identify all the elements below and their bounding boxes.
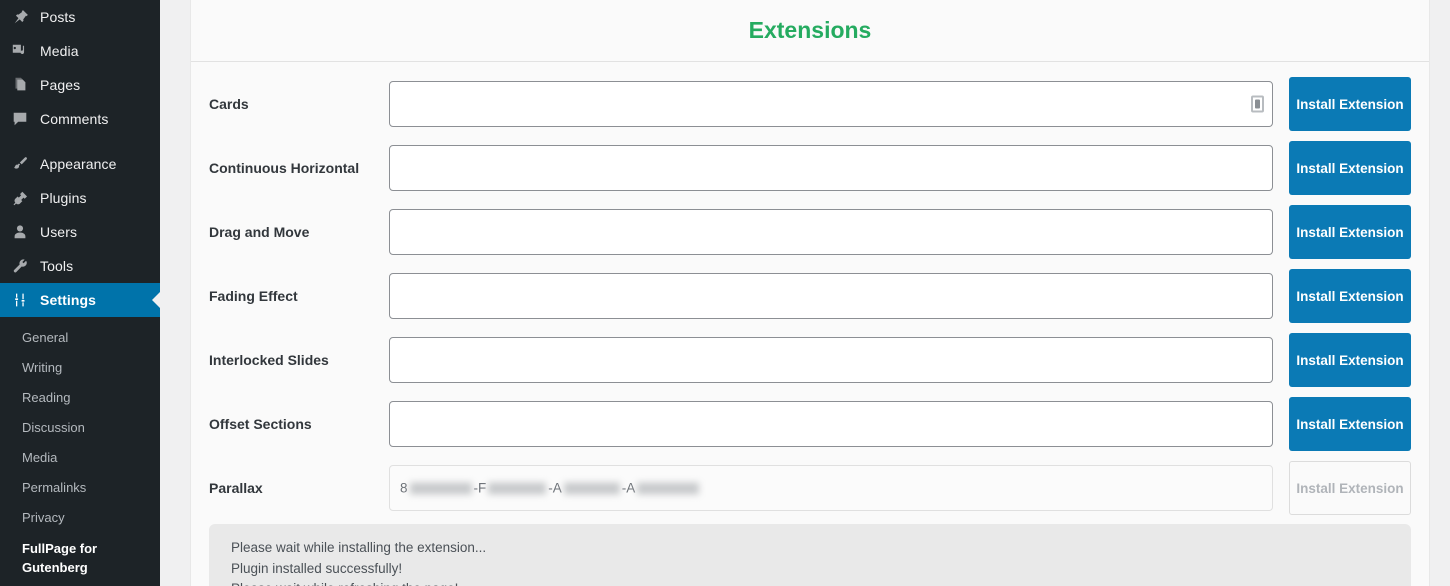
extension-row: Interlocked Slides Install Extension [191,328,1429,392]
submenu-item-discussion[interactable]: Discussion [0,413,160,443]
settings-submenu: General Writing Reading Discussion Media Perm… [0,317,160,586]
sidebar-item-comments[interactable]: Comments [0,102,160,136]
page-title: Extensions [748,17,872,43]
panel-header: Extensions [191,0,1429,62]
sidebar-item-label: Tools [40,258,74,274]
submenu-item-permalinks[interactable]: Permalinks [0,473,160,503]
extensions-list: Cards Install Extension Continuous Horizon… [191,62,1429,520]
status-line: Please wait while installing the extensi… [231,540,487,555]
comments-icon [10,109,30,129]
sidebar-item-media[interactable]: Media [0,34,160,68]
license-field-wrapper [389,401,1273,447]
submenu-item-writing[interactable]: Writing [0,353,160,383]
submenu-item-fullpage-for-gutenberg[interactable]: FullPage for Gutenberg [0,533,160,583]
extension-row-parallax: Parallax 8 -F -A -A Install Extension [191,456,1429,520]
sidebar-item-plugins[interactable]: Plugins [0,181,160,215]
install-extension-button[interactable]: Install Extension [1289,397,1411,451]
user-icon [10,222,30,242]
plug-icon [10,188,30,208]
license-field-wrapper [389,81,1273,127]
extension-row: Drag and Move Install Extension [191,200,1429,264]
license-field-wrapper [389,145,1273,191]
extension-label: Cards [209,96,249,112]
wrench-icon [10,256,30,276]
extension-row: Fading Effect Install Extension [191,264,1429,328]
paintbrush-icon [10,154,30,174]
status-line: Plugin installed successfully! [231,560,403,576]
extension-label: Fading Effect [209,288,298,304]
sidebar-item-label: Users [40,224,78,240]
license-key-input[interactable] [389,81,1273,127]
sidebar-item-tools[interactable]: Tools [0,249,160,283]
install-extension-button[interactable]: Install Extension [1289,205,1411,259]
license-key-input-parallax[interactable] [389,465,1273,511]
active-arrow-indicator [152,292,160,308]
extension-row: Cards Install Extension [191,72,1429,136]
extension-row: Offset Sections Install Extension [191,392,1429,456]
license-key-input[interactable] [389,209,1273,255]
license-key-input[interactable] [389,401,1273,447]
submenu-item-media[interactable]: Media [0,443,160,473]
license-key-input[interactable] [389,145,1273,191]
license-field-wrapper [389,209,1273,255]
sidebar-item-settings[interactable]: Settings [0,283,160,317]
sidebar-item-label: Comments [40,111,109,127]
install-extension-button-parallax: Install Extension [1289,461,1411,515]
sidebar-item-label: Plugins [40,190,87,206]
sidebar-item-appearance[interactable]: Appearance [0,147,160,181]
install-extension-button[interactable]: Install Extension [1289,269,1411,323]
sidebar-item-label: Appearance [40,156,117,172]
install-extension-button[interactable]: Install Extension [1289,77,1411,131]
status-message-box: Please wait while installing the extensi… [209,524,1411,586]
license-key-input[interactable] [389,337,1273,383]
sidebar-item-posts[interactable]: Posts [0,0,160,34]
extension-label: Offset Sections [209,416,312,432]
sidebar-item-pages[interactable]: Pages [0,68,160,102]
sidebar-item-label: Pages [40,77,81,93]
extension-label: Interlocked Slides [209,352,329,368]
sidebar-item-label: Posts [40,9,76,25]
sidebar-item-label: Media [40,43,79,59]
license-field-wrapper [389,273,1273,319]
install-extension-button[interactable]: Install Extension [1289,141,1411,195]
sidebar-item-label: Settings [40,292,97,308]
license-key-input[interactable] [389,273,1273,319]
pages-icon [10,75,30,95]
sliders-icon [10,290,30,310]
submenu-item-reading[interactable]: Reading [0,383,160,413]
submenu-item-privacy[interactable]: Privacy [0,503,160,533]
license-field-wrapper [389,337,1273,383]
autofill-icon[interactable] [1251,95,1264,113]
sidebar-separator [0,136,160,147]
admin-sidebar: Posts Media Pages Comments Appearance Plugins… [0,0,160,586]
status-line: Please wait while refreshing the page! [231,579,1411,586]
license-field-wrapper: 8 -F -A -A [389,465,1273,511]
extension-label: Parallax [209,480,263,496]
extension-row: Continuous Horizontal Install Extension [191,136,1429,200]
extensions-panel: Extensions Cards Install Extension Continu… [190,0,1430,586]
pin-icon [10,7,30,27]
install-extension-button[interactable]: Install Extension [1289,333,1411,387]
extension-label: Drag and Move [209,224,310,240]
extension-label: Continuous Horizontal [209,160,360,176]
sidebar-item-users[interactable]: Users [0,215,160,249]
content-area: Extensions Cards Install Extension Continu… [160,0,1450,586]
submenu-item-general[interactable]: General [0,323,160,353]
wordpress-admin-screen: Posts Media Pages Comments Appearance Plugins… [0,0,1450,586]
media-icon [10,41,30,61]
